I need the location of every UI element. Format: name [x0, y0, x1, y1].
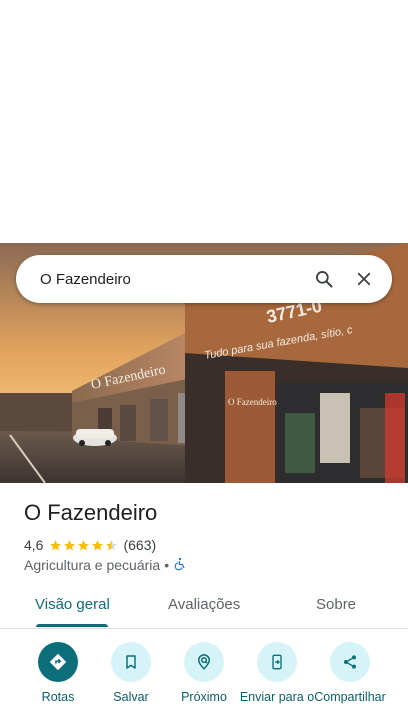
sign-store-name: O Fazendeiro — [228, 397, 277, 407]
directions-icon — [38, 642, 78, 682]
category-row: Agricultura e pecuária • — [24, 556, 187, 574]
place-tabs: Visão geral Avaliações Sobre — [0, 586, 408, 629]
place-title: O Fazendeiro — [24, 500, 158, 525]
bookmark-icon — [111, 642, 151, 682]
review-count[interactable]: (663) — [123, 537, 156, 553]
save-label: Salvar — [113, 690, 149, 704]
tab-reviews[interactable]: Avaliações — [168, 596, 240, 613]
save-button[interactable]: Salvar — [93, 642, 169, 705]
nearby-button[interactable]: Próximo — [166, 642, 242, 705]
rating-value: 4,6 — [24, 537, 44, 553]
active-tab-indicator — [36, 624, 108, 627]
share-button[interactable]: Compartilhar — [312, 642, 388, 705]
star-half-icon — [106, 539, 118, 550]
star-icon — [78, 539, 90, 550]
send-to-phone-icon — [257, 642, 297, 682]
close-icon[interactable] — [344, 259, 384, 299]
send-to-phone-button[interactable]: Enviar para o — [239, 642, 315, 705]
star-icon — [64, 539, 76, 550]
rating-row[interactable]: 4,6 (663) — [24, 536, 156, 554]
place-category: Agricultura e pecuária — [24, 557, 161, 573]
search-input[interactable]: O Fazendeiro — [40, 271, 304, 288]
star-icon — [50, 539, 62, 550]
send-to-phone-label: Enviar para o — [239, 690, 315, 704]
star-icon — [92, 539, 104, 550]
nearby-label: Próximo — [181, 690, 227, 704]
tab-overview[interactable]: Visão geral — [35, 596, 110, 613]
map-area-blank — [0, 0, 408, 243]
directions-label: Rotas — [41, 690, 75, 704]
separator-dot: • — [164, 557, 170, 573]
search-bar[interactable]: O Fazendeiro — [16, 255, 392, 303]
rating-stars — [49, 539, 119, 552]
wheelchair-accessible-icon — [173, 557, 187, 574]
share-icon — [330, 642, 370, 682]
search-icon[interactable] — [304, 259, 344, 299]
tab-about[interactable]: Sobre — [316, 596, 356, 613]
directions-button[interactable]: Rotas — [20, 642, 96, 705]
nearby-icon — [184, 642, 224, 682]
share-label: Compartilhar — [314, 690, 386, 704]
